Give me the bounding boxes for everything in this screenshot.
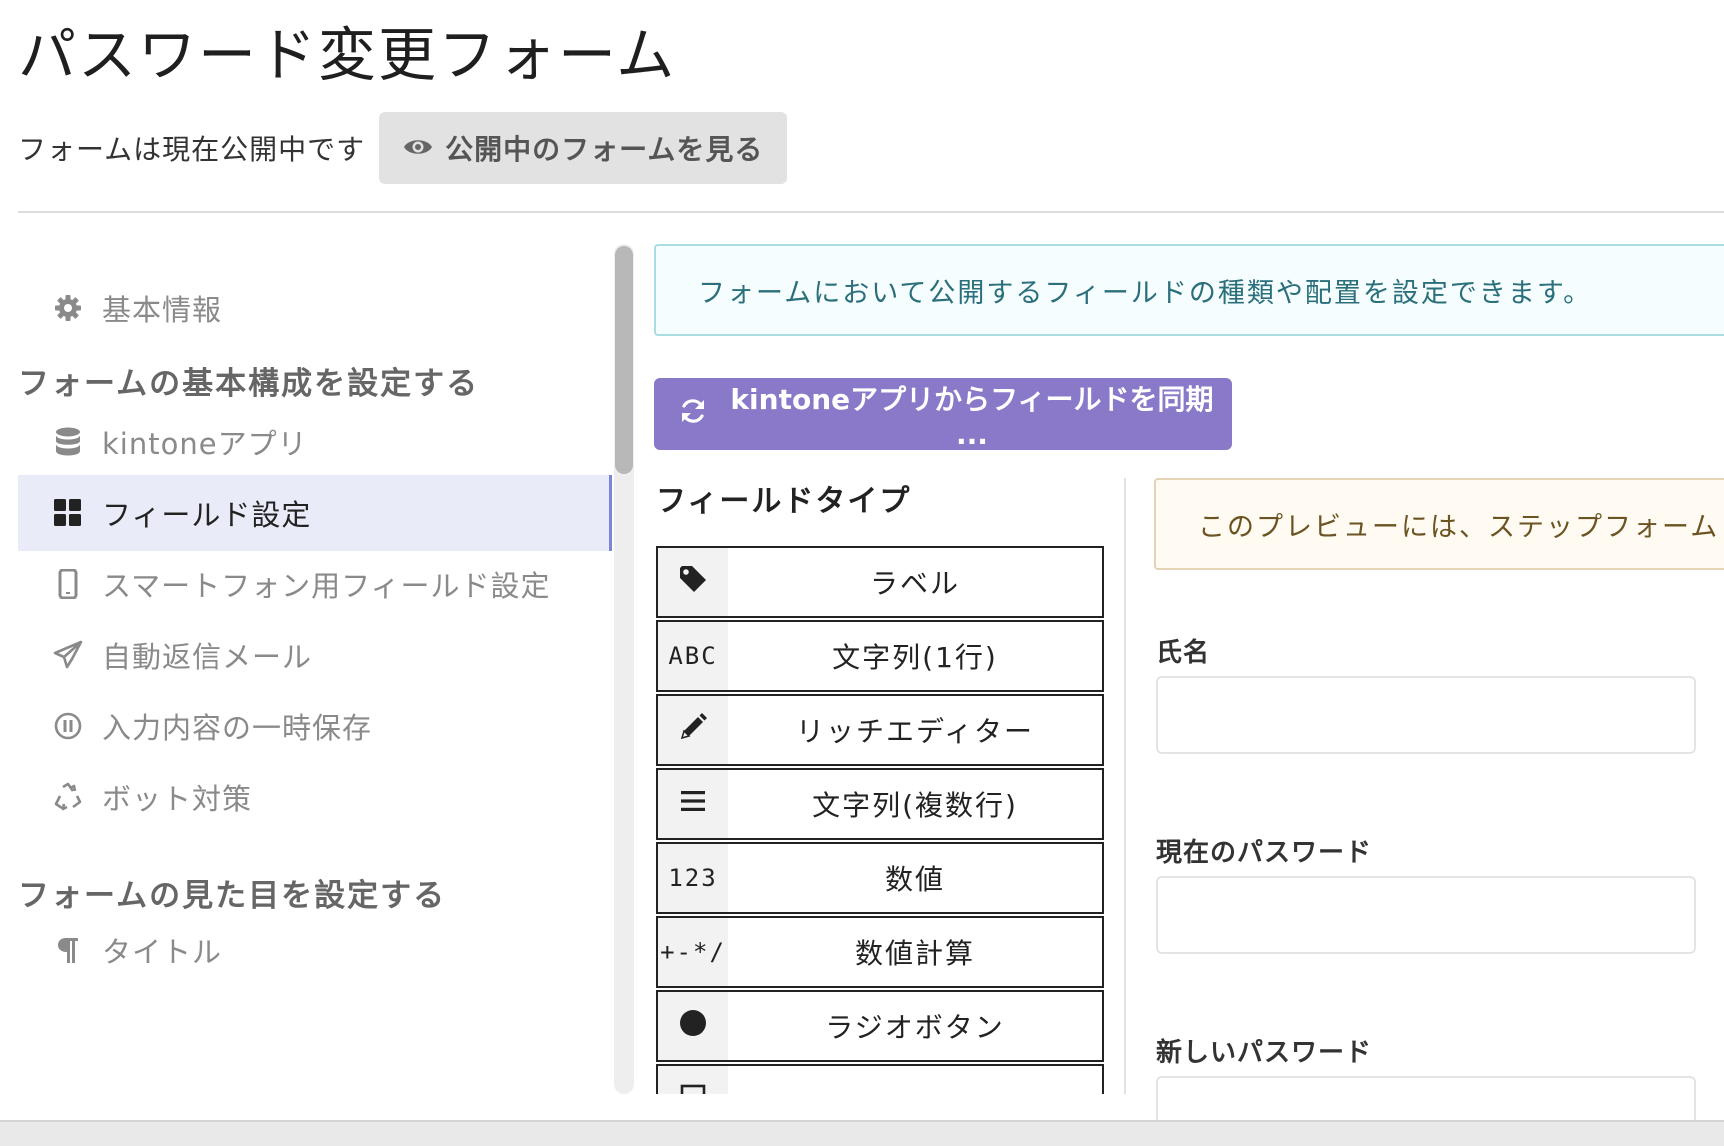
field-type-name: リッチエディター	[795, 715, 1035, 748]
tag-icon	[678, 564, 708, 600]
field-type-checkbox-partial[interactable]	[656, 1064, 1104, 1094]
field-type-badge: 123	[658, 844, 728, 912]
sidebar-item-label: スマートフォン用フィールド設定	[102, 569, 551, 603]
paper-plane-icon	[52, 639, 84, 671]
publish-status-text: フォームは現在公開中です	[18, 133, 366, 166]
field-type-name: 数値	[884, 863, 945, 896]
checkbox-icon	[679, 1083, 707, 1094]
field-type-radio-button[interactable]: ラジオボタン	[656, 990, 1104, 1062]
sidebar-item-kintone-app[interactable]: kintoneアプリ	[18, 404, 612, 480]
gear-icon	[52, 292, 84, 324]
pencil-icon	[678, 712, 708, 748]
database-icon	[52, 426, 84, 458]
preview-name-input[interactable]	[1156, 676, 1696, 754]
smartphone-icon	[52, 568, 84, 600]
view-public-form-button[interactable]: 公開中のフォームを見る	[379, 112, 788, 184]
sidebar-scrollbar-thumb[interactable]	[615, 246, 633, 474]
preview-field-label-name: 氏名	[1156, 638, 1211, 668]
sidebar-item-auto-reply-mail[interactable]: 自動返信メール	[18, 617, 612, 693]
field-type-number[interactable]: 123 数値	[656, 842, 1104, 914]
field-type-list: ラベル ABC 文字列(1行) リッチエディター 文字列(複数行) 123 数値…	[656, 544, 1104, 1094]
field-type-multi-line-text[interactable]: 文字列(複数行)	[656, 768, 1104, 840]
field-settings-info-alert: フォームにおいて公開するフィールドの種類や配置を設定できます。	[654, 244, 1724, 336]
sidebar-item-label: ボット対策	[102, 782, 253, 816]
view-public-form-label: 公開中のフォームを見る	[445, 133, 764, 166]
field-type-rich-editor[interactable]: リッチエディター	[656, 694, 1104, 766]
sidebar-item-title[interactable]: タイトル	[18, 912, 612, 988]
settings-sidebar: 基本情報 フォームの基本構成を設定する kintoneアプリ フィールド設定 ス…	[18, 244, 612, 1094]
field-type-badge: ABC	[658, 622, 728, 690]
list-lines-icon	[679, 789, 707, 819]
sidebar-item-bot-protection[interactable]: ボット対策	[18, 759, 612, 835]
field-type-name: 文字列(複数行)	[812, 789, 1018, 822]
sync-fields-label: kintoneアプリからフィールドを同期 ...	[730, 382, 1214, 451]
field-type-name	[728, 1066, 1102, 1094]
sync-fields-button[interactable]: kintoneアプリからフィールドを同期 ...	[654, 378, 1232, 451]
field-type-name: 数値計算	[854, 937, 975, 970]
sidebar-item-label: 自動返信メール	[102, 640, 313, 674]
publish-status-row: フォームは現在公開中です 公開中のフォームを見る	[18, 112, 788, 184]
preview-field-label-current-password: 現在のパスワード	[1156, 838, 1373, 868]
preview-field-label-new-password: 新しいパスワード	[1156, 1038, 1373, 1068]
pause-circle-icon	[52, 710, 84, 742]
field-type-name: ラベル	[869, 567, 960, 600]
grid-icon	[52, 497, 84, 529]
radio-dot-icon	[679, 1009, 707, 1043]
sidebar-item-smartphone-fields[interactable]: スマートフォン用フィールド設定	[18, 546, 612, 622]
paragraph-icon	[52, 934, 84, 966]
header-divider	[18, 211, 1724, 213]
sidebar-item-label: フィールド設定	[102, 498, 312, 532]
sync-icon	[678, 396, 708, 433]
sidebar-item-field-settings[interactable]: フィールド設定	[18, 475, 612, 551]
eye-icon	[403, 132, 433, 165]
sidebar-item-label: 基本情報	[102, 293, 223, 327]
preview-new-password-input[interactable]	[1156, 1076, 1696, 1120]
window-bottom-bar	[0, 1120, 1724, 1146]
panel-divider	[1124, 478, 1126, 1094]
preview-notice-alert: このプレビューには、ステップフォーム	[1154, 478, 1724, 570]
field-type-heading: フィールドタイプ	[656, 484, 912, 519]
page-title: パスワード変更フォーム	[18, 21, 677, 89]
section-heading-appearance: フォームの見た目を設定する	[18, 878, 447, 914]
recycle-icon	[52, 781, 84, 813]
field-type-single-line-text[interactable]: ABC 文字列(1行)	[656, 620, 1104, 692]
section-heading-basic-structure: フォームの基本構成を設定する	[18, 366, 480, 402]
sidebar-item-label: タイトル	[102, 935, 223, 969]
preview-current-password-input[interactable]	[1156, 876, 1696, 954]
sidebar-item-basic-info[interactable]: 基本情報	[18, 270, 612, 346]
sidebar-item-temporary-save[interactable]: 入力内容の一時保存	[18, 688, 612, 764]
field-type-calculation[interactable]: +-*/ 数値計算	[656, 916, 1104, 988]
field-type-badge: +-*/	[658, 918, 728, 986]
field-type-name: ラジオボタン	[825, 1011, 1005, 1044]
field-type-label[interactable]: ラベル	[656, 546, 1104, 618]
sidebar-item-label: 入力内容の一時保存	[102, 711, 373, 745]
sidebar-item-label: kintoneアプリ	[102, 427, 308, 461]
field-type-name: 文字列(1行)	[832, 641, 998, 674]
